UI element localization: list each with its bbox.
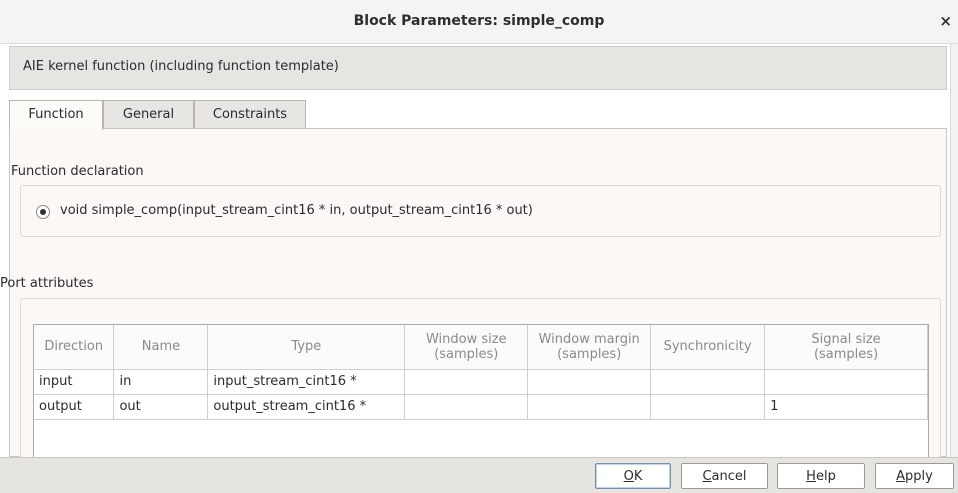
column-header-synchronicity[interactable]: Synchronicity (650, 325, 766, 370)
cell-window-margin[interactable] (527, 369, 652, 395)
ok-button[interactable]: OK (595, 463, 671, 489)
port-attributes-label: Port attributes (0, 276, 94, 291)
apply-mnemonic: A (896, 469, 906, 484)
apply-label-rest: pply (905, 469, 933, 484)
dialog-title: Block Parameters: simple_comp (353, 13, 605, 29)
help-label-rest: elp (815, 469, 836, 484)
help-button[interactable]: Help (777, 463, 865, 489)
radio-dot (40, 209, 46, 215)
table-row: input in input_stream_cint16 * (34, 369, 928, 395)
cell-type[interactable]: input_stream_cint16 * (207, 369, 406, 395)
cell-direction[interactable]: input (34, 369, 115, 395)
close-icon[interactable]: × (939, 12, 952, 30)
cell-signal-size[interactable]: 1 (764, 394, 928, 420)
cancel-mnemonic: C (702, 469, 712, 484)
dialog-button-bar: OK Cancel Help Apply (0, 457, 958, 493)
block-description-text: AIE kernel function (including function … (23, 59, 339, 74)
tab-constraints[interactable]: Constraints (194, 100, 306, 129)
tab-function[interactable]: Function (9, 100, 103, 130)
cell-signal-size[interactable] (764, 369, 928, 395)
column-header-type[interactable]: Type (207, 325, 406, 370)
table-row: output out output_stream_cint16 * 1 (34, 394, 928, 420)
cell-window-size[interactable] (404, 394, 529, 420)
function-declaration-label: Function declaration (11, 164, 144, 179)
column-header-window-margin[interactable]: Window margin (samples) (527, 325, 652, 370)
ok-mnemonic: O (623, 469, 634, 484)
function-declaration-group: void simple_comp(input_stream_cint16 * i… (20, 185, 941, 237)
right-scroll-strip (950, 44, 958, 457)
cell-synchronicity[interactable] (650, 369, 766, 395)
port-attributes-table-container: Direction Name Type Window size (samples)… (33, 324, 929, 457)
table-header-row: Direction Name Type Window size (samples)… (34, 325, 928, 370)
cancel-button[interactable]: Cancel (681, 463, 768, 489)
cell-synchronicity[interactable] (650, 394, 766, 420)
dialog-titlebar: Block Parameters: simple_comp × (0, 0, 958, 44)
help-mnemonic: H (806, 469, 816, 484)
function-declaration-option[interactable]: void simple_comp(input_stream_cint16 * i… (60, 203, 533, 218)
cell-window-margin[interactable] (527, 394, 652, 420)
block-description-panel: AIE kernel function (including function … (9, 46, 947, 90)
cell-type[interactable]: output_stream_cint16 * (207, 394, 406, 420)
apply-button[interactable]: Apply (875, 463, 954, 489)
left-edge (0, 44, 9, 457)
radio-selected-icon[interactable] (36, 205, 50, 219)
ok-label-rest: K (633, 469, 643, 484)
cell-window-size[interactable] (404, 369, 529, 395)
cell-name[interactable]: in (113, 369, 209, 395)
column-header-direction[interactable]: Direction (34, 325, 115, 370)
port-attributes-table: Direction Name Type Window size (samples)… (34, 325, 928, 420)
column-header-name[interactable]: Name (113, 325, 209, 370)
tab-general[interactable]: General (103, 100, 194, 129)
column-header-signal-size[interactable]: Signal size (samples) (764, 325, 928, 370)
cell-direction[interactable]: output (34, 394, 115, 420)
cell-name[interactable]: out (113, 394, 209, 420)
cancel-label-rest: ancel (711, 469, 747, 484)
column-header-window-size[interactable]: Window size (samples) (404, 325, 529, 370)
